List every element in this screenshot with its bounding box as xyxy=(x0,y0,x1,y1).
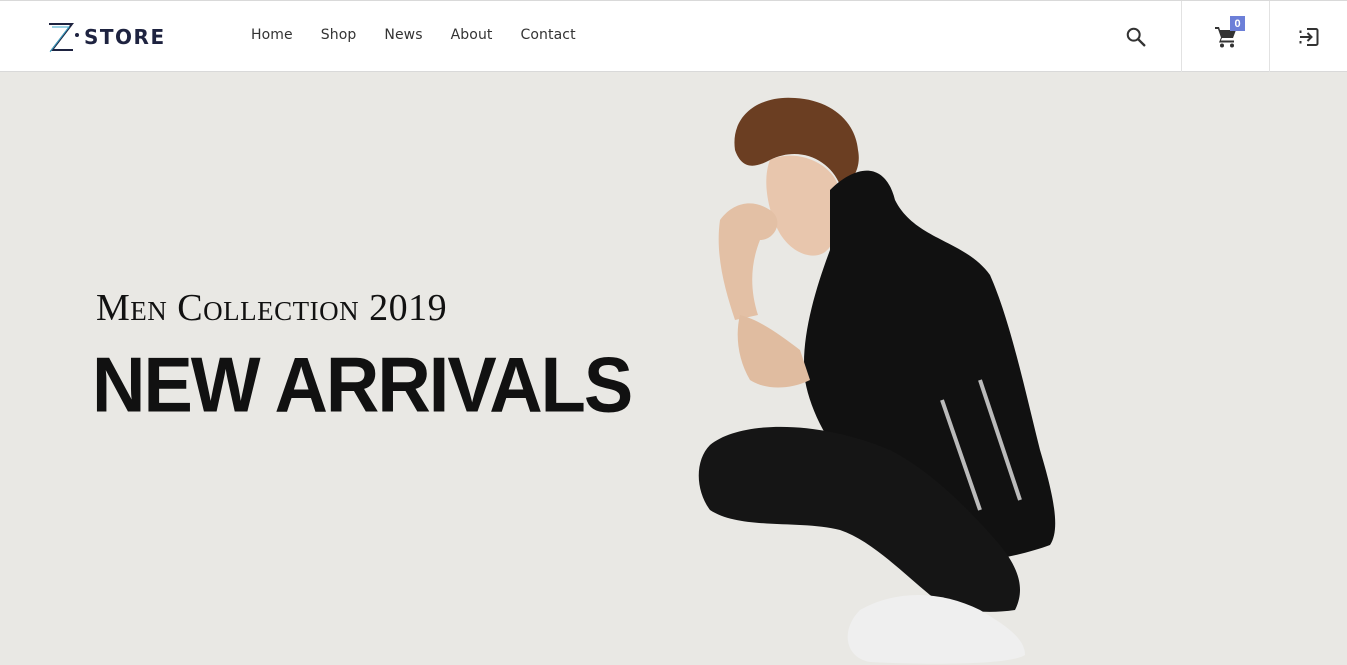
cart-count-badge: 0 xyxy=(1230,16,1245,31)
sign-in-icon xyxy=(1299,27,1318,46)
store-logo[interactable]: STORE xyxy=(48,21,166,53)
nav-shop[interactable]: Shop xyxy=(321,27,357,43)
logo-text: STORE xyxy=(84,25,166,49)
hero-subtitle: Men Collection 2019 xyxy=(96,287,448,329)
nav-about[interactable]: About xyxy=(451,27,493,43)
search-icon xyxy=(1126,27,1146,46)
model-image xyxy=(698,97,1056,664)
main-nav: Home Shop News About Contact xyxy=(251,27,604,43)
cart-button[interactable]: 0 xyxy=(1181,1,1270,72)
nav-home[interactable]: Home xyxy=(251,27,293,43)
nav-contact[interactable]: Contact xyxy=(521,27,576,43)
site-header: STORE Home Shop News About Contact 0 xyxy=(0,0,1347,72)
search-button[interactable] xyxy=(1108,1,1164,72)
z-logo-icon xyxy=(49,23,74,53)
login-button[interactable] xyxy=(1270,1,1347,72)
hero-banner: Men Collection 2019 NEW ARRIVALS xyxy=(0,72,1347,665)
hero-title: NEW ARRIVALS xyxy=(92,341,633,429)
nav-news[interactable]: News xyxy=(384,27,422,43)
logo-dot xyxy=(75,32,79,37)
